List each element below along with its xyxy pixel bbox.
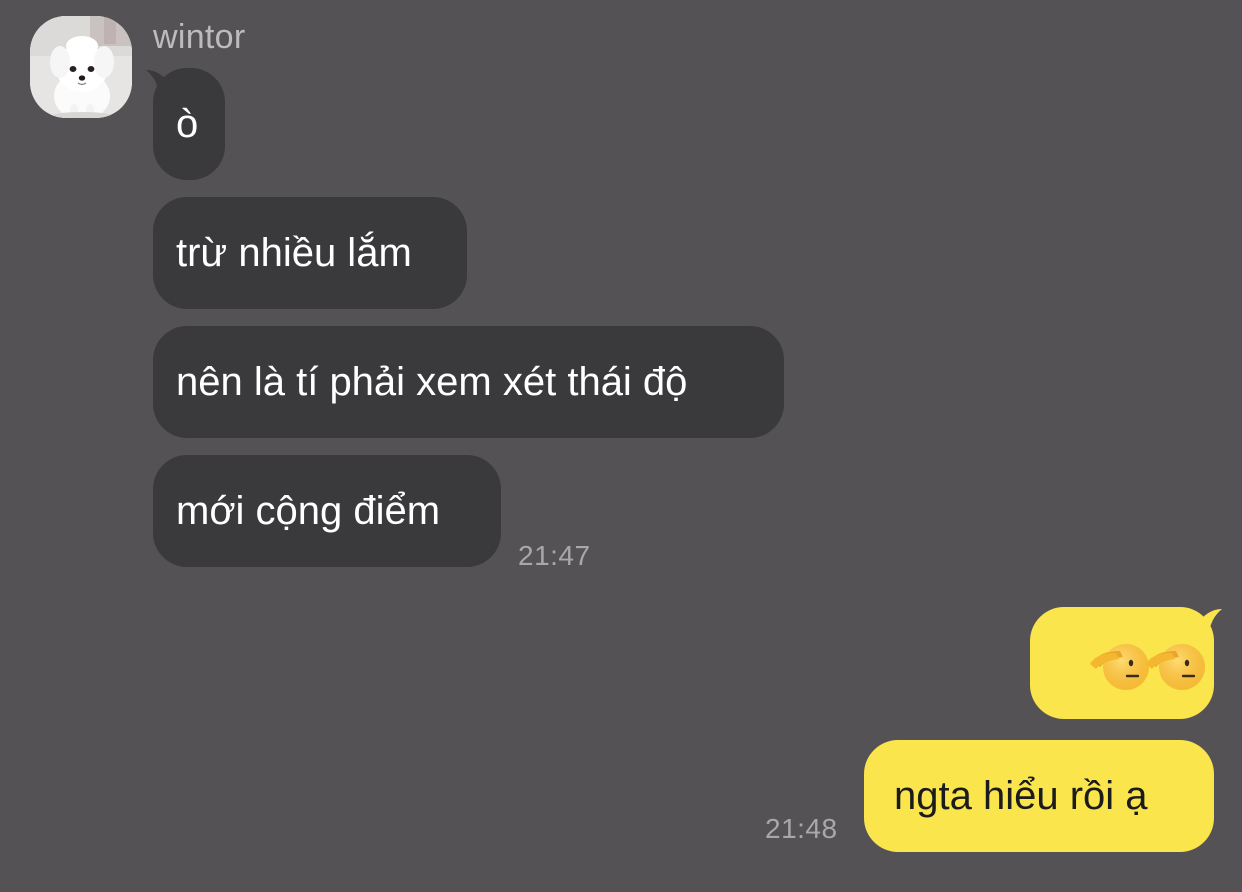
- puppy-avatar-image: [30, 16, 132, 118]
- incoming-timestamp: 21:47: [518, 540, 591, 571]
- outgoing-message-bubble[interactable]: ngta hiểu rồi ạ: [864, 740, 1214, 852]
- saluting-face-icon: [1090, 644, 1149, 690]
- message-text: mới cộng điểm: [176, 489, 441, 533]
- saluting-face-emoji-pair: [1090, 644, 1205, 690]
- chat-view: wintor ò trừ nhiều lắm nên là tí phải xe…: [0, 0, 1242, 892]
- incoming-message-bubble[interactable]: trừ nhiều lắm: [153, 197, 467, 309]
- outgoing-timestamp: 21:48: [765, 813, 838, 844]
- sender-name: wintor: [153, 18, 246, 56]
- message-text: nên là tí phải xem xét thái độ: [176, 360, 688, 404]
- avatar[interactable]: [30, 16, 132, 118]
- incoming-message-bubble[interactable]: mới cộng điểm: [153, 455, 501, 567]
- message-text: ngta hiểu rồi ạ: [894, 774, 1148, 818]
- incoming-message-bubble[interactable]: nên là tí phải xem xét thái độ: [153, 326, 784, 438]
- message-text: ò: [176, 102, 199, 146]
- saluting-face-icon: [1146, 644, 1205, 690]
- message-text: trừ nhiều lắm: [176, 231, 412, 275]
- outgoing-message-bubble[interactable]: [1030, 607, 1214, 719]
- incoming-message-bubble[interactable]: ò: [153, 68, 225, 180]
